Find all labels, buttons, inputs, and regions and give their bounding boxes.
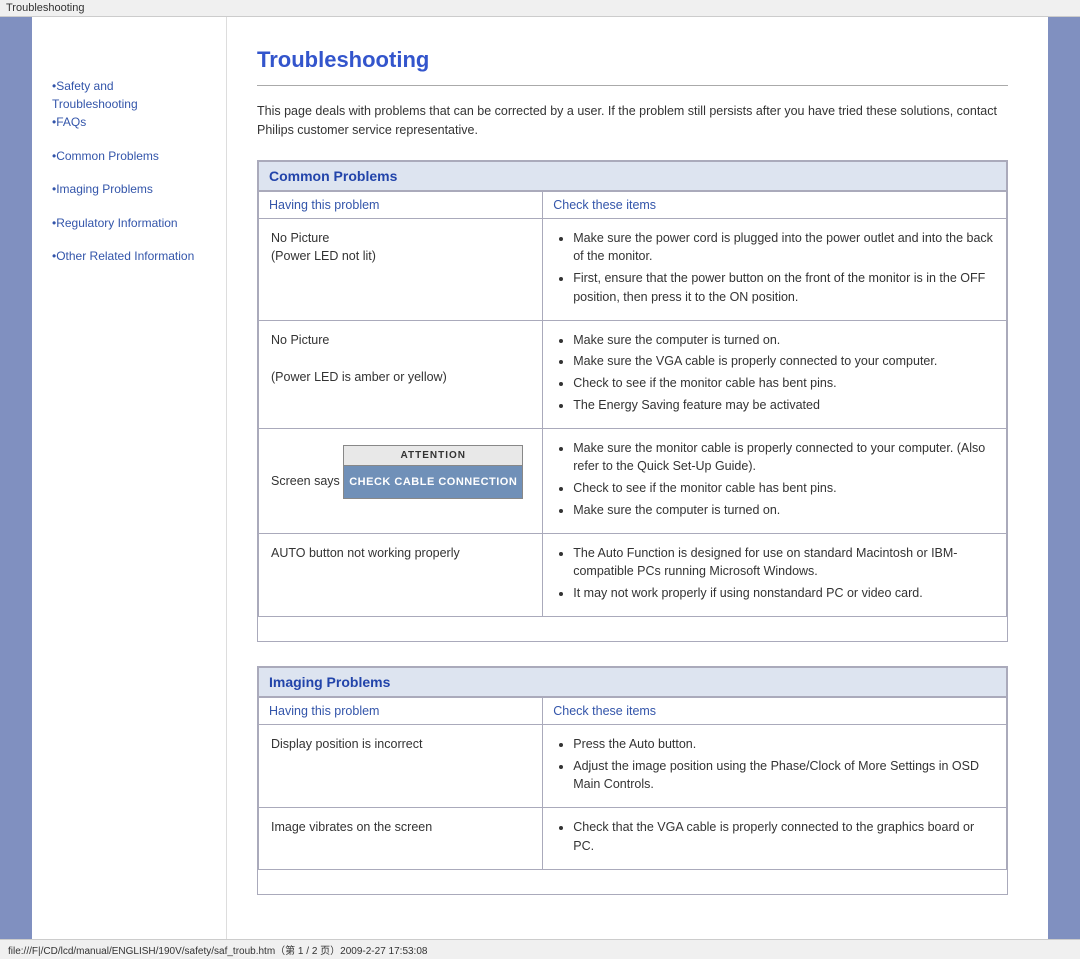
- check-list: Make sure the monitor cable is properly …: [573, 439, 994, 520]
- check-item: Check to see if the monitor cable has be…: [573, 479, 994, 498]
- common-problems-title: Common Problems: [269, 168, 397, 184]
- check-item: Make sure the VGA cable is properly conn…: [573, 352, 994, 371]
- sidebar-link-safety[interactable]: •Safety andTroubleshooting: [52, 77, 214, 113]
- page-title: Troubleshooting: [257, 47, 1008, 73]
- check-item: Make sure the computer is turned on.: [573, 501, 994, 520]
- imaging-problems-title: Imaging Problems: [269, 674, 390, 690]
- table-row: No Picture(Power LED is amber or yellow)…: [259, 320, 1007, 428]
- title-bar: Troubleshooting: [0, 0, 1080, 17]
- common-problems-header: Common Problems: [258, 161, 1007, 191]
- check-cell: Make sure the power cord is plugged into…: [543, 218, 1007, 320]
- problem-cell: Image vibrates on the screen: [259, 808, 543, 870]
- sidebar-link-faqs[interactable]: •FAQs: [52, 113, 214, 131]
- sidebar-link-imaging-problems[interactable]: •Imaging Problems: [52, 180, 214, 198]
- intro-text: This page deals with problems that can b…: [257, 102, 1008, 140]
- right-decorative-panel: [1048, 17, 1080, 939]
- check-list: The Auto Function is designed for use on…: [573, 544, 994, 603]
- check-item: Make sure the monitor cable is properly …: [573, 439, 994, 477]
- sidebar-link-common-problems[interactable]: •Common Problems: [52, 147, 214, 165]
- problem-text: Display position is incorrect: [271, 737, 422, 751]
- check-item: Check that the VGA cable is properly con…: [573, 818, 994, 856]
- check-list: Check that the VGA cable is properly con…: [573, 818, 994, 856]
- problem-text: Image vibrates on the screen: [271, 820, 432, 834]
- col-header-check: Check these items: [543, 191, 1007, 218]
- check-item: Make sure the computer is turned on.: [573, 331, 994, 350]
- imaging-problems-section: Imaging Problems Having this problem Che…: [257, 666, 1008, 895]
- check-cell: The Auto Function is designed for use on…: [543, 533, 1007, 616]
- problem-cell: Display position is incorrect: [259, 724, 543, 807]
- sidebar-group-3: •Regulatory Information •Other Related I…: [52, 214, 214, 265]
- table-row: Image vibrates on the screen Check that …: [259, 808, 1007, 870]
- table-row: Screen says ATTENTION CHECK CABLE CONNEC…: [259, 428, 1007, 533]
- title-divider: [257, 85, 1008, 86]
- table-row: AUTO button not working properly The Aut…: [259, 533, 1007, 616]
- problem-cell: No Picture(Power LED not lit): [259, 218, 543, 320]
- problem-cell: AUTO button not working properly: [259, 533, 543, 616]
- sidebar-group-2: •Common Problems •Imaging Problems: [52, 147, 214, 198]
- imaging-problems-table: Having this problem Check these items Di…: [258, 697, 1007, 870]
- attention-header: ATTENTION: [344, 446, 522, 466]
- content-area: Troubleshooting This page deals with pro…: [227, 17, 1048, 939]
- check-cell: Make sure the computer is turned on. Mak…: [543, 320, 1007, 428]
- common-problems-table: Having this problem Check these items No…: [258, 191, 1007, 617]
- col-header-check: Check these items: [543, 697, 1007, 724]
- problem-text: No Picture(Power LED is amber or yellow): [271, 333, 447, 385]
- col-header-problem: Having this problem: [259, 191, 543, 218]
- check-item: First, ensure that the power button on t…: [573, 269, 994, 307]
- check-item: The Energy Saving feature may be activat…: [573, 396, 994, 415]
- common-problems-section: Common Problems Having this problem Chec…: [257, 160, 1008, 642]
- sidebar-link-other[interactable]: •Other Related Information: [52, 247, 214, 265]
- table-row: No Picture(Power LED not lit) Make sure …: [259, 218, 1007, 320]
- status-bar-text: file:///F|/CD/lcd/manual/ENGLISH/190V/sa…: [8, 946, 427, 957]
- attention-box: ATTENTION CHECK CABLE CONNECTION: [343, 445, 523, 500]
- problem-text: Screen says: [271, 474, 340, 488]
- sidebar-link-regulatory[interactable]: •Regulatory Information: [52, 214, 214, 232]
- check-cell: Press the Auto button. Adjust the image …: [543, 724, 1007, 807]
- title-bar-text: Troubleshooting: [6, 2, 84, 14]
- check-cell: Check that the VGA cable is properly con…: [543, 808, 1007, 870]
- check-cell: Make sure the monitor cable is properly …: [543, 428, 1007, 533]
- sidebar-group-1: •Safety andTroubleshooting •FAQs: [52, 77, 214, 131]
- left-decorative-panel: [0, 17, 32, 939]
- check-item: Adjust the image position using the Phas…: [573, 757, 994, 795]
- problem-text: AUTO button not working properly: [271, 546, 460, 560]
- attention-body: CHECK CABLE CONNECTION: [344, 466, 522, 499]
- imaging-problems-header: Imaging Problems: [258, 667, 1007, 697]
- col-header-problem: Having this problem: [259, 697, 543, 724]
- check-item: Check to see if the monitor cable has be…: [573, 374, 994, 393]
- check-item: Press the Auto button.: [573, 735, 994, 754]
- check-item: It may not work properly if using nonsta…: [573, 584, 994, 603]
- check-item: Make sure the power cord is plugged into…: [573, 229, 994, 267]
- check-list: Make sure the power cord is plugged into…: [573, 229, 994, 307]
- problem-text: No Picture(Power LED not lit): [271, 231, 376, 264]
- problem-cell: Screen says ATTENTION CHECK CABLE CONNEC…: [259, 428, 543, 533]
- problem-cell: No Picture(Power LED is amber or yellow): [259, 320, 543, 428]
- check-item: The Auto Function is designed for use on…: [573, 544, 994, 582]
- sidebar: •Safety andTroubleshooting •FAQs •Common…: [32, 17, 227, 939]
- table-row: Display position is incorrect Press the …: [259, 724, 1007, 807]
- status-bar: file:///F|/CD/lcd/manual/ENGLISH/190V/sa…: [0, 939, 1080, 959]
- check-list: Press the Auto button. Adjust the image …: [573, 735, 994, 794]
- check-list: Make sure the computer is turned on. Mak…: [573, 331, 994, 415]
